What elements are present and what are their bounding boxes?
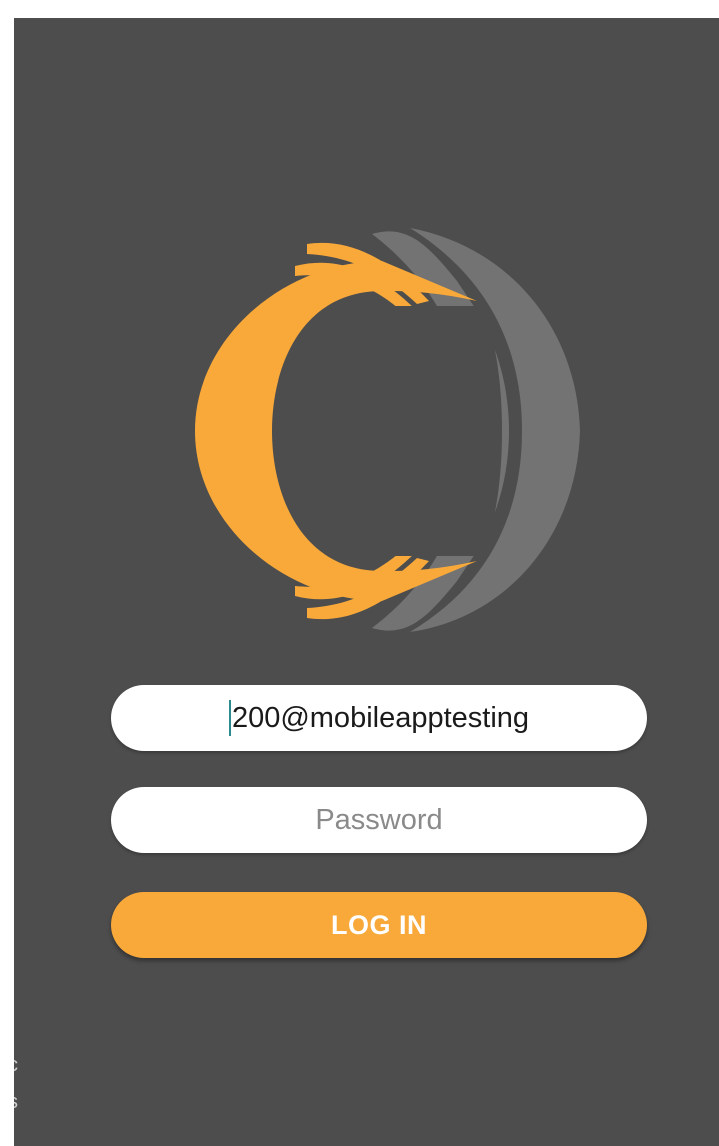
text-cursor (228, 700, 231, 736)
username-value: 200@mobileapptesting (231, 701, 530, 734)
password-field[interactable]: Password (111, 787, 647, 853)
app-logo-icon (195, 228, 580, 632)
edge-text-fragment: c (14, 1054, 22, 1077)
username-field[interactable]: 200@mobileapptesting (111, 685, 647, 751)
login-button-label: LOG IN (331, 909, 427, 940)
password-placeholder: Password (315, 803, 443, 836)
login-button[interactable]: LOG IN (111, 892, 647, 958)
login-screen: 200@mobileapptesting Password LOG IN c s (14, 18, 719, 1146)
edge-text-fragment: s (14, 1091, 22, 1114)
